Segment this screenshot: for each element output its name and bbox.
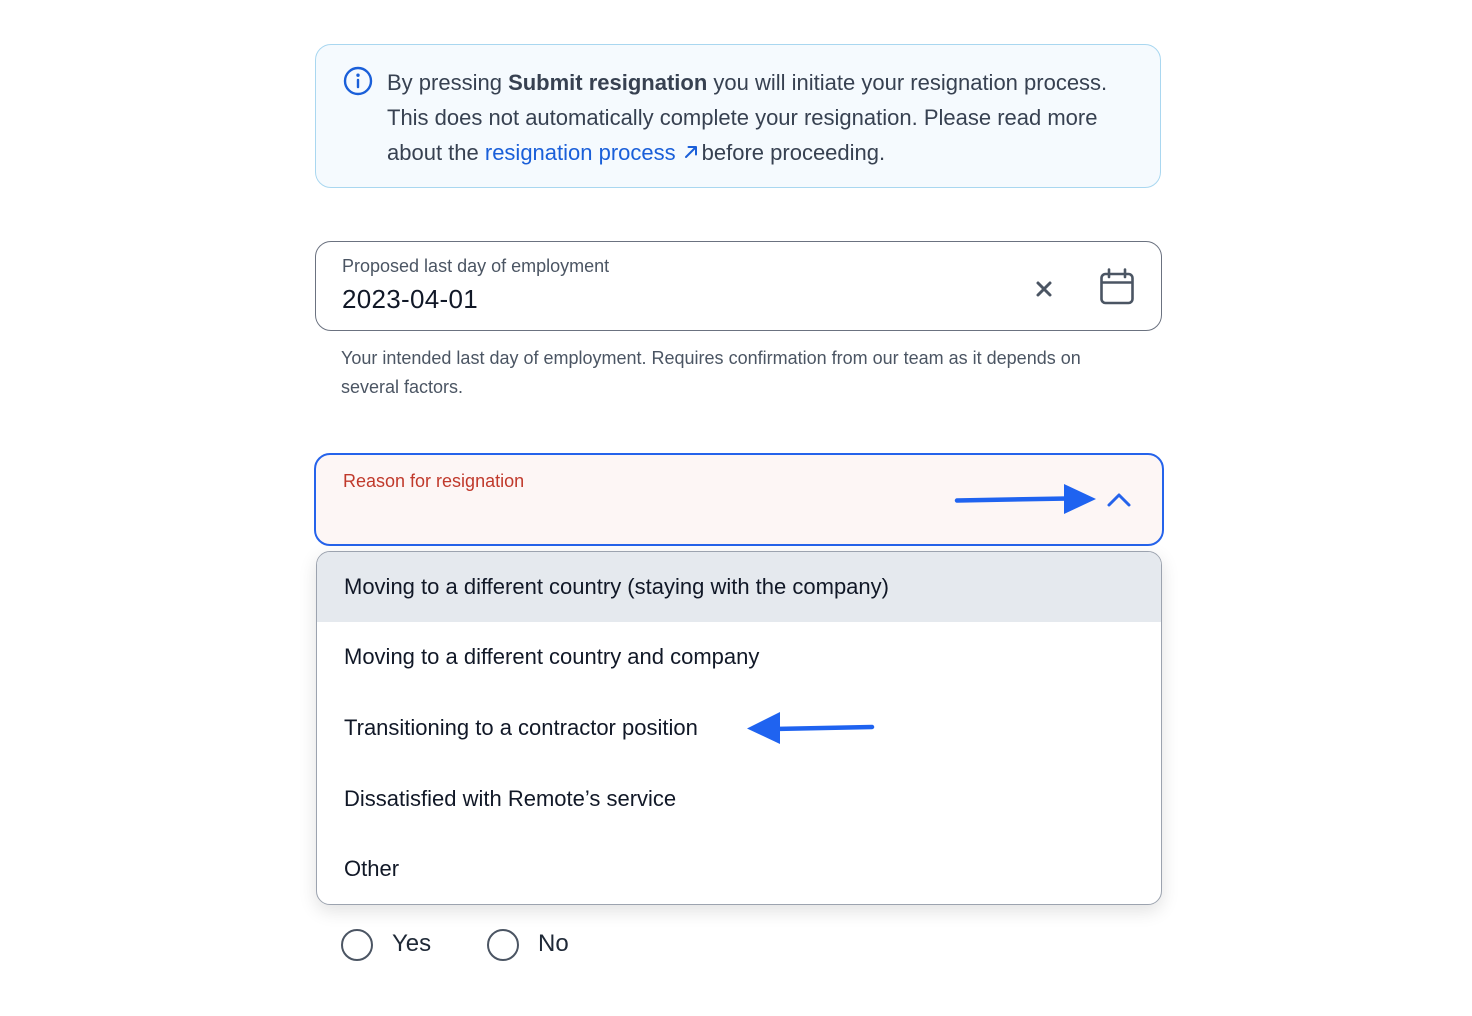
resignation-process-link-label: resignation process [484, 140, 676, 165]
external-link-icon [684, 146, 697, 158]
date-field-value[interactable]: 2023-04-01 [342, 284, 478, 315]
reason-option-moving-country-and-company[interactable]: Moving to a different country and compan… [317, 622, 1161, 692]
date-field-helper-text: Your intended last day of employment. Re… [341, 348, 1081, 397]
info-text-after: before proceeding. [701, 140, 886, 165]
info-banner-text: By pressing Submit resignation you will … [387, 65, 1147, 170]
radio-yes[interactable]: Yes [341, 928, 451, 964]
info-icon [343, 66, 373, 96]
radio-no-label: No [538, 930, 569, 957]
reason-option-other[interactable]: Other [317, 834, 1161, 904]
resignation-process-link[interactable]: resignation process [485, 140, 702, 165]
radio-no-circle[interactable] [487, 929, 519, 961]
resignation-form-page: By pressing Submit resignation you will … [0, 0, 1472, 1016]
annotation-arrow-right-icon [954, 484, 1096, 514]
reason-option-moving-country-same-company[interactable]: Moving to a different country (staying w… [317, 552, 1161, 622]
close-icon[interactable] [1032, 277, 1056, 301]
last-day-date-field[interactable]: Proposed last day of employment 2023-04-… [315, 241, 1162, 331]
calendar-icon[interactable] [1099, 268, 1135, 306]
chevron-up-icon[interactable] [1106, 491, 1132, 509]
info-banner: By pressing Submit resignation you will … [315, 44, 1161, 188]
submit-resignation-emphasis: Submit resignation [508, 70, 708, 95]
date-field-label: Proposed last day of employment [342, 256, 610, 276]
reason-select-label: Reason for resignation [343, 471, 525, 491]
info-text-before: By pressing [387, 70, 509, 95]
reason-option-dissatisfied[interactable]: Dissatisfied with Remote’s service [317, 764, 1161, 834]
radio-yes-label: Yes [392, 930, 432, 957]
reason-option-contractor-position[interactable]: Transitioning to a contractor position [317, 693, 1161, 763]
reason-options-dropdown: Moving to a different country (staying w… [316, 551, 1162, 905]
radio-no[interactable]: No [487, 928, 587, 964]
radio-yes-circle[interactable] [341, 929, 373, 961]
annotation-arrow-left-icon [747, 712, 875, 744]
